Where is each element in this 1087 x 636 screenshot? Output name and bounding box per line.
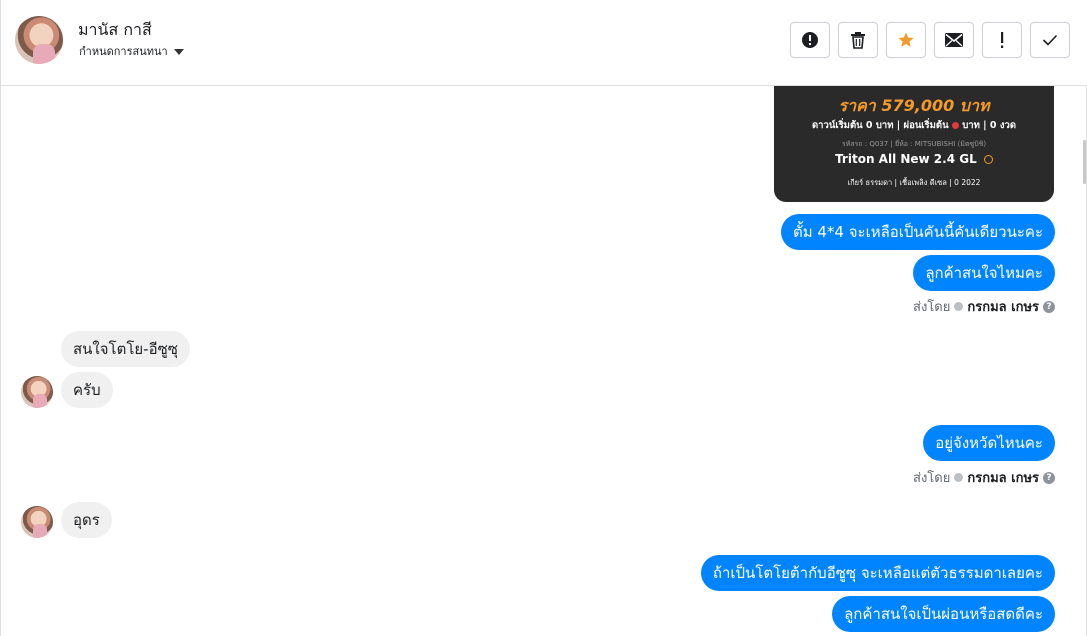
sent-by-agent[interactable]: กรกมล เกษร [967, 296, 1039, 317]
mark-done-button[interactable] [1030, 22, 1070, 58]
outgoing-message[interactable]: ลูกค้าสนใจเป็นผ่อนหรือสดดีคะ [832, 596, 1055, 632]
message-thread[interactable]: ราคา 579,000 บาท ดาวน์เริ่มต้น 0 บาท | ผ… [1, 86, 1087, 636]
sent-by-agent[interactable]: กรกมล เกษร [967, 467, 1039, 488]
help-icon[interactable]: ? [1043, 471, 1055, 484]
star-button[interactable] [886, 22, 926, 58]
car-model-text: Triton All New 2.4 GL [835, 152, 977, 166]
sent-by-label: ส่งโดย กรกมล เกษร ? [913, 467, 1055, 488]
sent-status-icon [954, 302, 964, 311]
assign-conversation-dropdown[interactable]: กำหนดการสนทนา [79, 42, 184, 60]
contact-avatar-small[interactable] [21, 506, 53, 538]
conversation-header: มานัส กาสี กำหนดการสนทนา [1, 0, 1087, 86]
caret-down-icon [173, 49, 184, 55]
mark-unread-button[interactable] [934, 22, 974, 58]
sent-by-label: ส่งโดย กรกมล เกษร ? [913, 296, 1055, 317]
sent-by-text: ส่งโดย [913, 471, 951, 486]
trash-icon [851, 32, 865, 49]
outgoing-message[interactable]: อยู่จังหวัดไหนคะ [923, 425, 1055, 461]
check-icon [1042, 34, 1058, 46]
sent-status-icon [954, 473, 964, 482]
car-down-text-a: ดาวน์เริ่มต้น 0 บาท | ผ่อนเริ่มต้น [812, 120, 949, 131]
report-spam-button[interactable] [790, 22, 830, 58]
car-price: ราคา 579,000 บาท [838, 96, 990, 115]
assign-conversation-label: กำหนดการสนทนา [79, 45, 168, 58]
alert-circle-icon [802, 32, 818, 48]
car-specs: เกียร์ ธรรมดา | เชื้อเพลิง ดีเซล | 0 202… [847, 178, 981, 187]
thread-scrollbar[interactable] [1083, 140, 1086, 184]
help-icon[interactable]: ? [1043, 300, 1055, 313]
car-code: รหัสรถ : Q037 | ยี่ห้อ : MITSUBISHI (มิต… [841, 140, 987, 148]
sent-by-text: ส่งโดย [913, 300, 951, 315]
verified-check-icon [983, 155, 993, 164]
contact-avatar-small[interactable] [21, 376, 53, 408]
outgoing-message[interactable]: ลูกค้าสนใจไหมคะ [913, 255, 1055, 291]
exclamation-icon [1001, 32, 1004, 48]
incoming-message[interactable]: สนใจโตโย-อีซูซุ [61, 331, 190, 367]
outgoing-message[interactable]: ถ้าเป็นโตโยต้ากับอีซูซุ จะเหลือแต่ตัวธรร… [700, 555, 1055, 591]
outgoing-message[interactable]: ตั้ม 4*4 จะเหลือเป็นคันนี้คันเดียวนะคะ [780, 214, 1055, 250]
car-model: Triton All New 2.4 GL [774, 152, 1054, 166]
red-dot-icon [951, 122, 959, 129]
delete-button[interactable] [838, 22, 878, 58]
star-icon [898, 32, 914, 47]
conversation-toolbar [790, 22, 1070, 58]
car-down-text-b: บาท | 0 งวด [962, 120, 1016, 131]
inbox-conversation: มานัส กาสี กำหนดการสนทนา ราคา 579,000 บา… [0, 0, 1087, 636]
car-down-payment: ดาวน์เริ่มต้น 0 บาท | ผ่อนเริ่มต้น บาท |… [774, 118, 1054, 133]
incoming-message[interactable]: อุดร [61, 502, 112, 538]
car-listing-image[interactable]: ราคา 579,000 บาท ดาวน์เริ่มต้น 0 บาท | ผ… [774, 86, 1054, 202]
incoming-message[interactable]: ครับ [61, 372, 113, 408]
contact-avatar[interactable] [15, 16, 63, 64]
envelope-icon [945, 33, 963, 47]
follow-up-button[interactable] [982, 22, 1022, 58]
contact-name[interactable]: มานัส กาสี [78, 18, 152, 43]
